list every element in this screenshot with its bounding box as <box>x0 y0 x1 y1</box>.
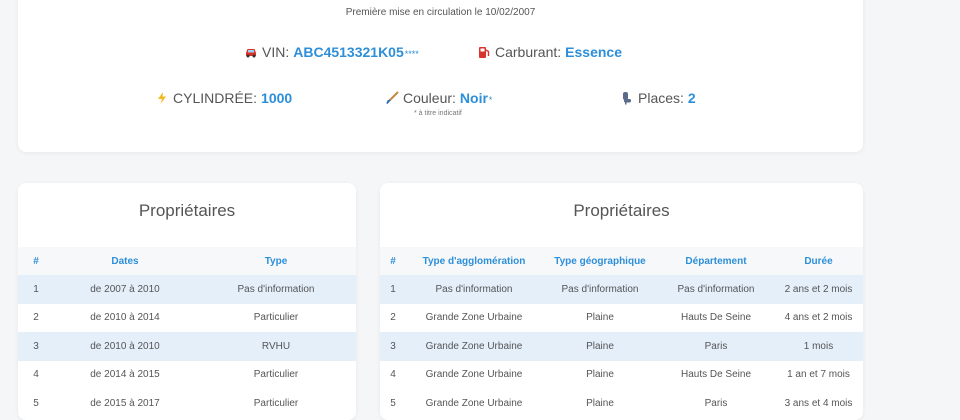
owner-details-card: Propriétaires # Type d'agglomération Typ… <box>380 183 863 420</box>
fuel-pump-icon <box>477 45 491 59</box>
row-index: 1 <box>390 283 396 295</box>
column-header: # <box>390 255 396 267</box>
department: Pas d'information <box>677 283 755 295</box>
table-row: 3 Grande Zone Urbaine Plaine Paris 1 moi… <box>380 332 863 361</box>
owner-type: RVHU <box>261 340 291 352</box>
color-star: * <box>488 95 493 105</box>
table-row: 5 de 2015 à 2017 Particulier <box>18 389 356 418</box>
column-header: Département <box>685 255 747 267</box>
owners-card: Propriétaires # Dates Type 1 de 2007 à 2… <box>18 183 356 420</box>
row-index: 4 <box>33 369 39 381</box>
row-index: 2 <box>33 312 39 324</box>
agglomeration-type: Grande Zone Urbaine <box>425 397 523 409</box>
agglomeration-type: Grande Zone Urbaine <box>425 340 523 352</box>
color-label: Couleur: <box>403 90 456 106</box>
owners-title: Propriétaires <box>138 201 236 220</box>
geographic-type: Pas d'information <box>561 283 639 295</box>
vin-label: VIN: <box>262 44 290 60</box>
owner-type: Particulier <box>253 369 299 381</box>
duration: 4 ans et 2 mois <box>784 312 853 324</box>
table-header-row: # Dates Type <box>18 247 356 275</box>
owner-details-title: Propriétaires <box>573 201 670 220</box>
geographic-type: Plaine <box>586 369 614 381</box>
owner-type: Pas d'information <box>237 283 315 295</box>
agglomeration-type: Grande Zone Urbaine <box>425 312 523 324</box>
geographic-type: Plaine <box>586 397 614 409</box>
row-index: 3 <box>390 340 396 352</box>
column-header: Type géographique <box>554 255 646 267</box>
seats-label: Places: <box>638 90 684 106</box>
row-index: 2 <box>390 312 396 324</box>
table-row: 1 de 2007 à 2010 Pas d'information <box>18 275 356 304</box>
column-header: # <box>33 255 39 267</box>
owner-dates: de 2015 à 2017 <box>90 397 160 409</box>
column-header: Dates <box>111 255 139 267</box>
table-row: 2 de 2010 à 2014 Particulier <box>18 304 356 333</box>
table-row: 1 Pas d'information Pas d'information Pa… <box>380 275 863 304</box>
column-header: Type d'agglomération <box>422 255 526 267</box>
duration: 1 mois <box>803 340 834 352</box>
first-registration-date: Première mise en circulation le 10/02/20… <box>345 7 536 18</box>
row-index: 4 <box>390 369 396 381</box>
displacement-spec: CYLINDRÉE: 1000 <box>155 89 292 106</box>
agglomeration-type: Grande Zone Urbaine <box>425 369 523 381</box>
department: Paris <box>704 340 728 352</box>
seats-value: 2 <box>687 90 696 106</box>
owner-dates: de 2007 à 2010 <box>90 283 160 295</box>
agglomeration-type: Pas d'information <box>435 283 513 295</box>
paintbrush-icon <box>385 91 399 105</box>
table-header-row: # Type d'agglomération Type géographique… <box>380 247 863 275</box>
geographic-type: Plaine <box>586 312 614 324</box>
lightning-icon <box>155 91 169 105</box>
seats-spec: Places: 2 <box>620 89 696 106</box>
color-spec: Couleur: Noir * <box>385 89 492 106</box>
owner-dates: de 2014 à 2015 <box>90 369 160 381</box>
owner-dates: de 2010 à 2010 <box>90 340 160 352</box>
vin-spec: VIN: ABC4513321K05 **** <box>244 43 419 60</box>
table-row: 3 de 2010 à 2010 RVHU <box>18 332 356 361</box>
car-icon <box>244 45 258 59</box>
row-index: 5 <box>390 397 396 409</box>
column-header: Type <box>264 255 288 267</box>
department: Paris <box>704 397 728 409</box>
row-index: 5 <box>33 397 39 409</box>
column-header: Durée <box>804 255 833 267</box>
seat-icon <box>620 91 634 105</box>
geographic-type: Plaine <box>586 340 614 352</box>
row-index: 3 <box>33 340 39 352</box>
fuel-label: Carburant: <box>495 44 562 60</box>
table-row: 2 Grande Zone Urbaine Plaine Hauts De Se… <box>380 304 863 333</box>
department: Hauts De Seine <box>680 369 752 381</box>
duration: 1 an et 7 mois <box>787 369 850 381</box>
department: Hauts De Seine <box>680 312 752 324</box>
owner-details-table: # Type d'agglomération Type géographique… <box>380 247 863 418</box>
table-row: 4 Grande Zone Urbaine Plaine Hauts De Se… <box>380 361 863 390</box>
row-index: 1 <box>33 283 39 295</box>
vin-value: ABC4513321K05 <box>293 44 404 60</box>
owner-type: Particulier <box>253 312 299 324</box>
color-disclaimer: * à titre indicatif <box>414 110 462 117</box>
vehicle-info-card: Première mise en circulation le 10/02/20… <box>18 0 863 152</box>
vin-mask: **** <box>404 49 419 59</box>
owner-type: Particulier <box>253 397 299 409</box>
table-row: 4 de 2014 à 2015 Particulier <box>18 361 356 390</box>
displacement-value: 1000 <box>261 90 293 106</box>
fuel-spec: Carburant: Essence <box>477 43 622 60</box>
duration: 2 ans et 2 mois <box>784 283 853 295</box>
table-row: 5 Grande Zone Urbaine Plaine Paris 3 ans… <box>380 389 863 418</box>
color-value: Noir <box>459 90 488 106</box>
owner-dates: de 2010 à 2014 <box>90 312 160 324</box>
displacement-label: CYLINDRÉE: <box>173 90 258 106</box>
fuel-value: Essence <box>565 44 622 60</box>
owners-table: # Dates Type 1 de 2007 à 2010 Pas d'info… <box>18 247 356 418</box>
duration: 3 ans et 4 mois <box>784 397 853 409</box>
